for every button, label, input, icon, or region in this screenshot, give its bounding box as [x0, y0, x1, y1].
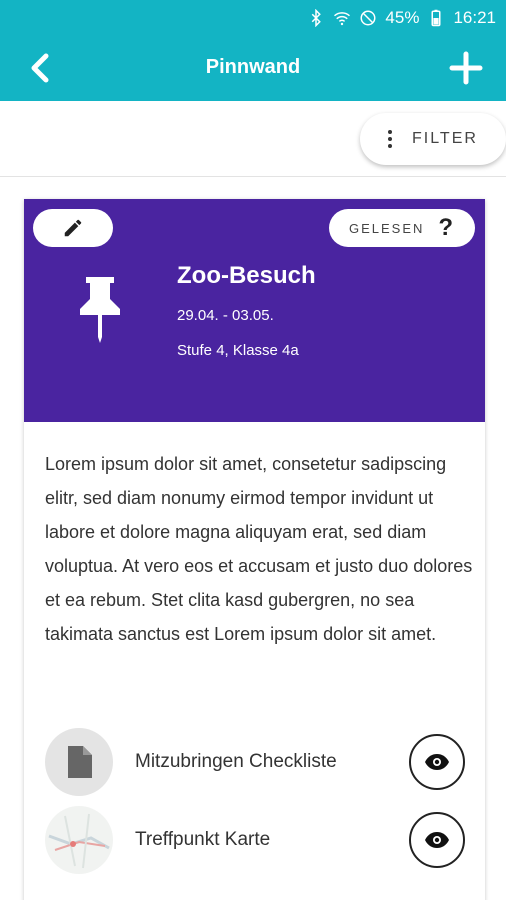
- filter-label: FILTER: [412, 130, 478, 147]
- read-status-button[interactable]: GELESEN ?: [329, 209, 475, 247]
- attachment-name: Treffpunkt Karte: [135, 829, 271, 850]
- add-button[interactable]: [448, 50, 484, 86]
- clock: 16:21: [453, 8, 496, 27]
- status-bar: 45% 16:21: [307, 0, 496, 36]
- card-class: Stufe 4, Klasse 4a: [177, 342, 299, 359]
- pencil-icon: [64, 219, 82, 237]
- card-title: Zoo-Besuch: [177, 262, 316, 289]
- eye-icon: [425, 754, 449, 770]
- attachment-item: Mitzubringen Checkliste: [45, 727, 465, 797]
- card-body-text: Lorem ipsum dolor sit amet, consetetur s…: [45, 454, 473, 644]
- app-bar: 45% 16:21 Pinnwand: [0, 0, 506, 101]
- document-icon: [45, 728, 113, 796]
- card-header: GELESEN ? Zoo-Besuch 29.04. - 03.05. Stu…: [24, 199, 485, 422]
- card-date: 29.04. - 03.05.: [177, 307, 274, 324]
- filter-button[interactable]: FILTER: [360, 113, 506, 165]
- wifi-icon: [334, 12, 351, 26]
- attachment-name: Mitzubringen Checkliste: [135, 751, 337, 772]
- do-not-disturb-icon: [360, 10, 376, 26]
- attachment-item: Treffpunkt Karte: [45, 805, 465, 875]
- view-attachment-button[interactable]: [409, 734, 465, 790]
- toolbar: Pinnwand: [0, 36, 506, 101]
- edit-button[interactable]: [33, 209, 113, 247]
- pushpin-icon: [80, 277, 120, 343]
- question-icon: ?: [438, 214, 454, 241]
- battery-icon: [431, 9, 441, 27]
- view-attachment-button[interactable]: [409, 812, 465, 868]
- eye-icon: [425, 832, 449, 848]
- read-status-label: GELESEN: [349, 220, 425, 236]
- plus-icon: [449, 51, 483, 85]
- bluetooth-icon: [312, 9, 322, 27]
- post-card: GELESEN ? Zoo-Besuch 29.04. - 03.05. Stu…: [24, 199, 485, 900]
- page-title: Pinnwand: [205, 56, 301, 78]
- battery-percent: 45%: [385, 8, 420, 27]
- map-thumbnail: [45, 806, 113, 874]
- filter-bar: FILTER: [0, 101, 506, 177]
- more-vertical-icon: [388, 130, 392, 148]
